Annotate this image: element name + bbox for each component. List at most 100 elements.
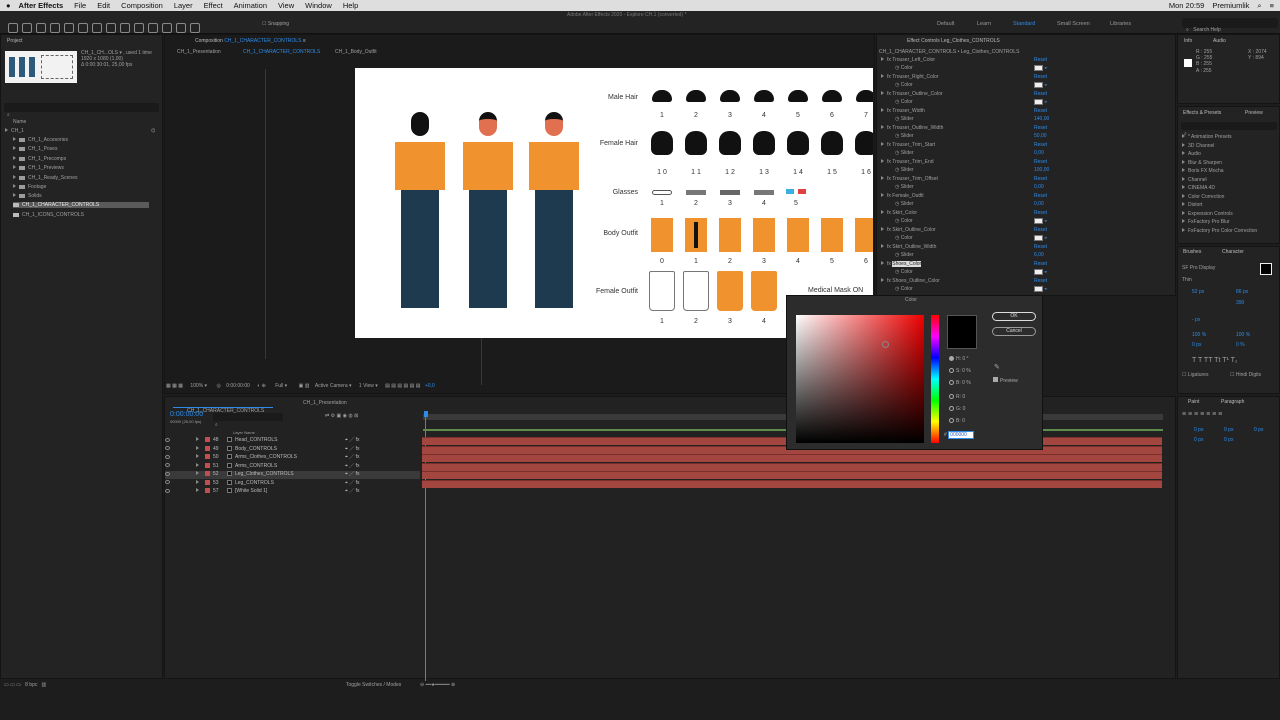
brightness-radio[interactable]: [949, 380, 954, 386]
space-before-value[interactable]: 0 px: [1194, 437, 1203, 443]
project-folder[interactable]: CH_1_Ready_Scenes: [13, 175, 77, 181]
zoom-dropdown[interactable]: 100%: [190, 383, 203, 389]
stopwatch-icon[interactable]: ◷: [895, 286, 899, 292]
ok-button[interactable]: OK: [992, 312, 1036, 321]
indent-left-value[interactable]: 0 px: [1194, 427, 1203, 433]
color-swatch[interactable]: ⌖: [1034, 286, 1047, 292]
tracking-value[interactable]: 390: [1236, 300, 1244, 306]
stopwatch-icon[interactable]: ◷: [895, 269, 899, 275]
apple-icon[interactable]: ●: [6, 1, 11, 10]
eye-icon[interactable]: [165, 454, 170, 459]
menu-file[interactable]: File: [74, 1, 86, 10]
effect-controls-tab[interactable]: Effect Controls Leg_Clothes_CONTROLS: [907, 38, 1000, 44]
layer-row[interactable]: 51 Arms_CONTROLS ⌖ ╱ fx: [165, 462, 420, 471]
puppet-tool-icon[interactable]: [190, 23, 200, 33]
effect-reset-link[interactable]: Reset: [1034, 261, 1047, 267]
composition-tab[interactable]: Composition CH_1_CHARACTER_CONTROLS ≡: [195, 38, 306, 44]
stopwatch-icon[interactable]: ◷: [895, 184, 899, 190]
green-field[interactable]: G: 0: [949, 406, 965, 412]
search-icon[interactable]: ⌕: [1257, 1, 1261, 11]
effect-item[interactable]: fx Skirt_Color: [881, 210, 917, 216]
menu-window[interactable]: Window: [305, 1, 332, 10]
roto-tool-icon[interactable]: [176, 23, 186, 33]
hue-field[interactable]: H: 0 °: [949, 356, 969, 362]
eye-icon[interactable]: [165, 463, 170, 468]
preview-checkbox[interactable]: Preview: [993, 377, 1018, 384]
effect-item[interactable]: fx Skirt_Outline_Width: [881, 244, 936, 250]
effect-reset-link[interactable]: Reset: [1034, 91, 1047, 97]
selection-tool-icon[interactable]: [8, 23, 18, 33]
project-tab[interactable]: Project: [7, 38, 23, 44]
slider-value[interactable]: 0,00: [1034, 184, 1044, 190]
layer-row[interactable]: 50 Arms_Clothes_CONTROLS ⌖ ╱ fx: [165, 454, 420, 462]
red-radio[interactable]: [949, 394, 954, 400]
vertical-scale-value[interactable]: 100 %: [1192, 332, 1206, 338]
saturation-radio[interactable]: [949, 368, 954, 374]
project-name-column[interactable]: Name: [13, 119, 26, 125]
label-color[interactable]: [205, 454, 210, 460]
stopwatch-icon[interactable]: ◷: [895, 235, 899, 241]
effect-item[interactable]: fx Trouser_Trim_Offset: [881, 176, 938, 182]
fill-color-swatch[interactable]: [1260, 263, 1272, 275]
zoom-slider[interactable]: ⊖ ━━●━━━━━ ⊕: [420, 682, 455, 688]
preset-category[interactable]: * Animation Presets: [1182, 134, 1232, 140]
layer-switches[interactable]: ⌖ ╱ fx: [345, 488, 359, 494]
eye-icon[interactable]: [165, 437, 170, 442]
menu-edit[interactable]: Edit: [97, 1, 110, 10]
ligatures-checkbox[interactable]: ☐ Ligatures: [1182, 372, 1208, 378]
layer-row[interactable]: 52 Leg_Clothes_CONTROLS ⌖ ╱ fx: [165, 471, 420, 479]
layer-switches[interactable]: ⌖ ╱ fx: [345, 437, 359, 443]
workspace-standard[interactable]: Standard: [1013, 21, 1035, 27]
help-search-box[interactable]: ⌕ Search Help: [1182, 18, 1278, 33]
project-comp-selected[interactable]: CH_1_CHARACTER_CONTROLS: [13, 202, 149, 208]
project-folder[interactable]: CH_1_Previews: [13, 165, 64, 171]
slider-value[interactable]: 6,00: [1034, 252, 1044, 258]
hindi-digits-checkbox[interactable]: ☐ Hindi Digits: [1230, 372, 1261, 378]
workspace-small-screen[interactable]: Small Screen: [1057, 21, 1090, 27]
expand-icon[interactable]: [196, 462, 199, 467]
stopwatch-icon[interactable]: ◷: [895, 82, 899, 88]
stopwatch-icon[interactable]: ◷: [895, 252, 899, 258]
effect-item[interactable]: fx Skirt_Outline_Color: [881, 227, 936, 233]
layer-row[interactable]: 53 Leg_CONTROLS ⌖ ╱ fx: [165, 479, 420, 488]
color-swatch[interactable]: ⌖: [1034, 218, 1047, 224]
layer-duration-bar[interactable]: [422, 454, 1162, 462]
color-swatch[interactable]: ⌖: [1034, 65, 1047, 71]
hex-field[interactable]: # 000000: [944, 431, 975, 439]
slider-value[interactable]: 0,00: [1034, 201, 1044, 207]
effect-reset-link[interactable]: Reset: [1034, 176, 1047, 182]
project-folder[interactable]: CH_1_Accesories: [13, 137, 68, 143]
grid-icon[interactable]: ▦ ▦ ▦: [166, 383, 183, 389]
stopwatch-icon[interactable]: ◷: [895, 201, 899, 207]
color-swatch[interactable]: ⌖: [1034, 82, 1047, 88]
color-swatch[interactable]: ⌖: [1034, 99, 1047, 105]
tsume-value[interactable]: 0 %: [1236, 342, 1245, 348]
layer-row[interactable]: 57 [White Solid 1] ⌖ ╱ fx: [165, 488, 420, 496]
camera-snapshot-icon[interactable]: ◎: [216, 383, 220, 389]
effect-reset-link[interactable]: Reset: [1034, 108, 1047, 114]
cancel-button[interactable]: Cancel: [992, 327, 1036, 336]
effects-presets-tab[interactable]: Effects & Presets: [1183, 110, 1221, 116]
blue-radio[interactable]: [949, 418, 954, 424]
layer-switches[interactable]: ⌖ ╱ fx: [345, 471, 359, 477]
effect-reset-link[interactable]: Reset: [1034, 159, 1047, 165]
breadcrumb-presentation[interactable]: CH_1_Presentation: [177, 49, 221, 55]
effect-reset-link[interactable]: Reset: [1034, 142, 1047, 148]
text-style-buttons[interactable]: T T TT Tt T¹ T₁: [1192, 357, 1237, 364]
effect-reset-link[interactable]: Reset: [1034, 227, 1047, 233]
project-flow-icon[interactable]: ⌬: [151, 128, 155, 134]
layer-switches[interactable]: ⌖ ╱ fx: [345, 454, 359, 460]
timeline-tab-presentation[interactable]: CH_1_Presentation: [303, 400, 347, 406]
new-folder-icon[interactable]: ▭ ▭ ▭: [4, 682, 21, 688]
rect-tool-icon[interactable]: [92, 23, 102, 33]
layer-duration-bar[interactable]: [422, 462, 1162, 471]
project-search-input[interactable]: ⌕: [4, 103, 159, 118]
indent-first-value[interactable]: 0 px: [1254, 427, 1263, 433]
color-swatch[interactable]: ⌖: [1034, 269, 1047, 275]
effect-reset-link[interactable]: Reset: [1034, 57, 1047, 63]
project-folder[interactable]: CH_1_Precomps: [13, 156, 66, 162]
expand-icon[interactable]: [196, 454, 199, 458]
breadcrumb-character-controls[interactable]: CH_1_CHARACTER_CONTROLS: [243, 49, 320, 55]
label-color[interactable]: [205, 462, 210, 468]
user-name[interactable]: Premiumlik: [1212, 1, 1249, 10]
